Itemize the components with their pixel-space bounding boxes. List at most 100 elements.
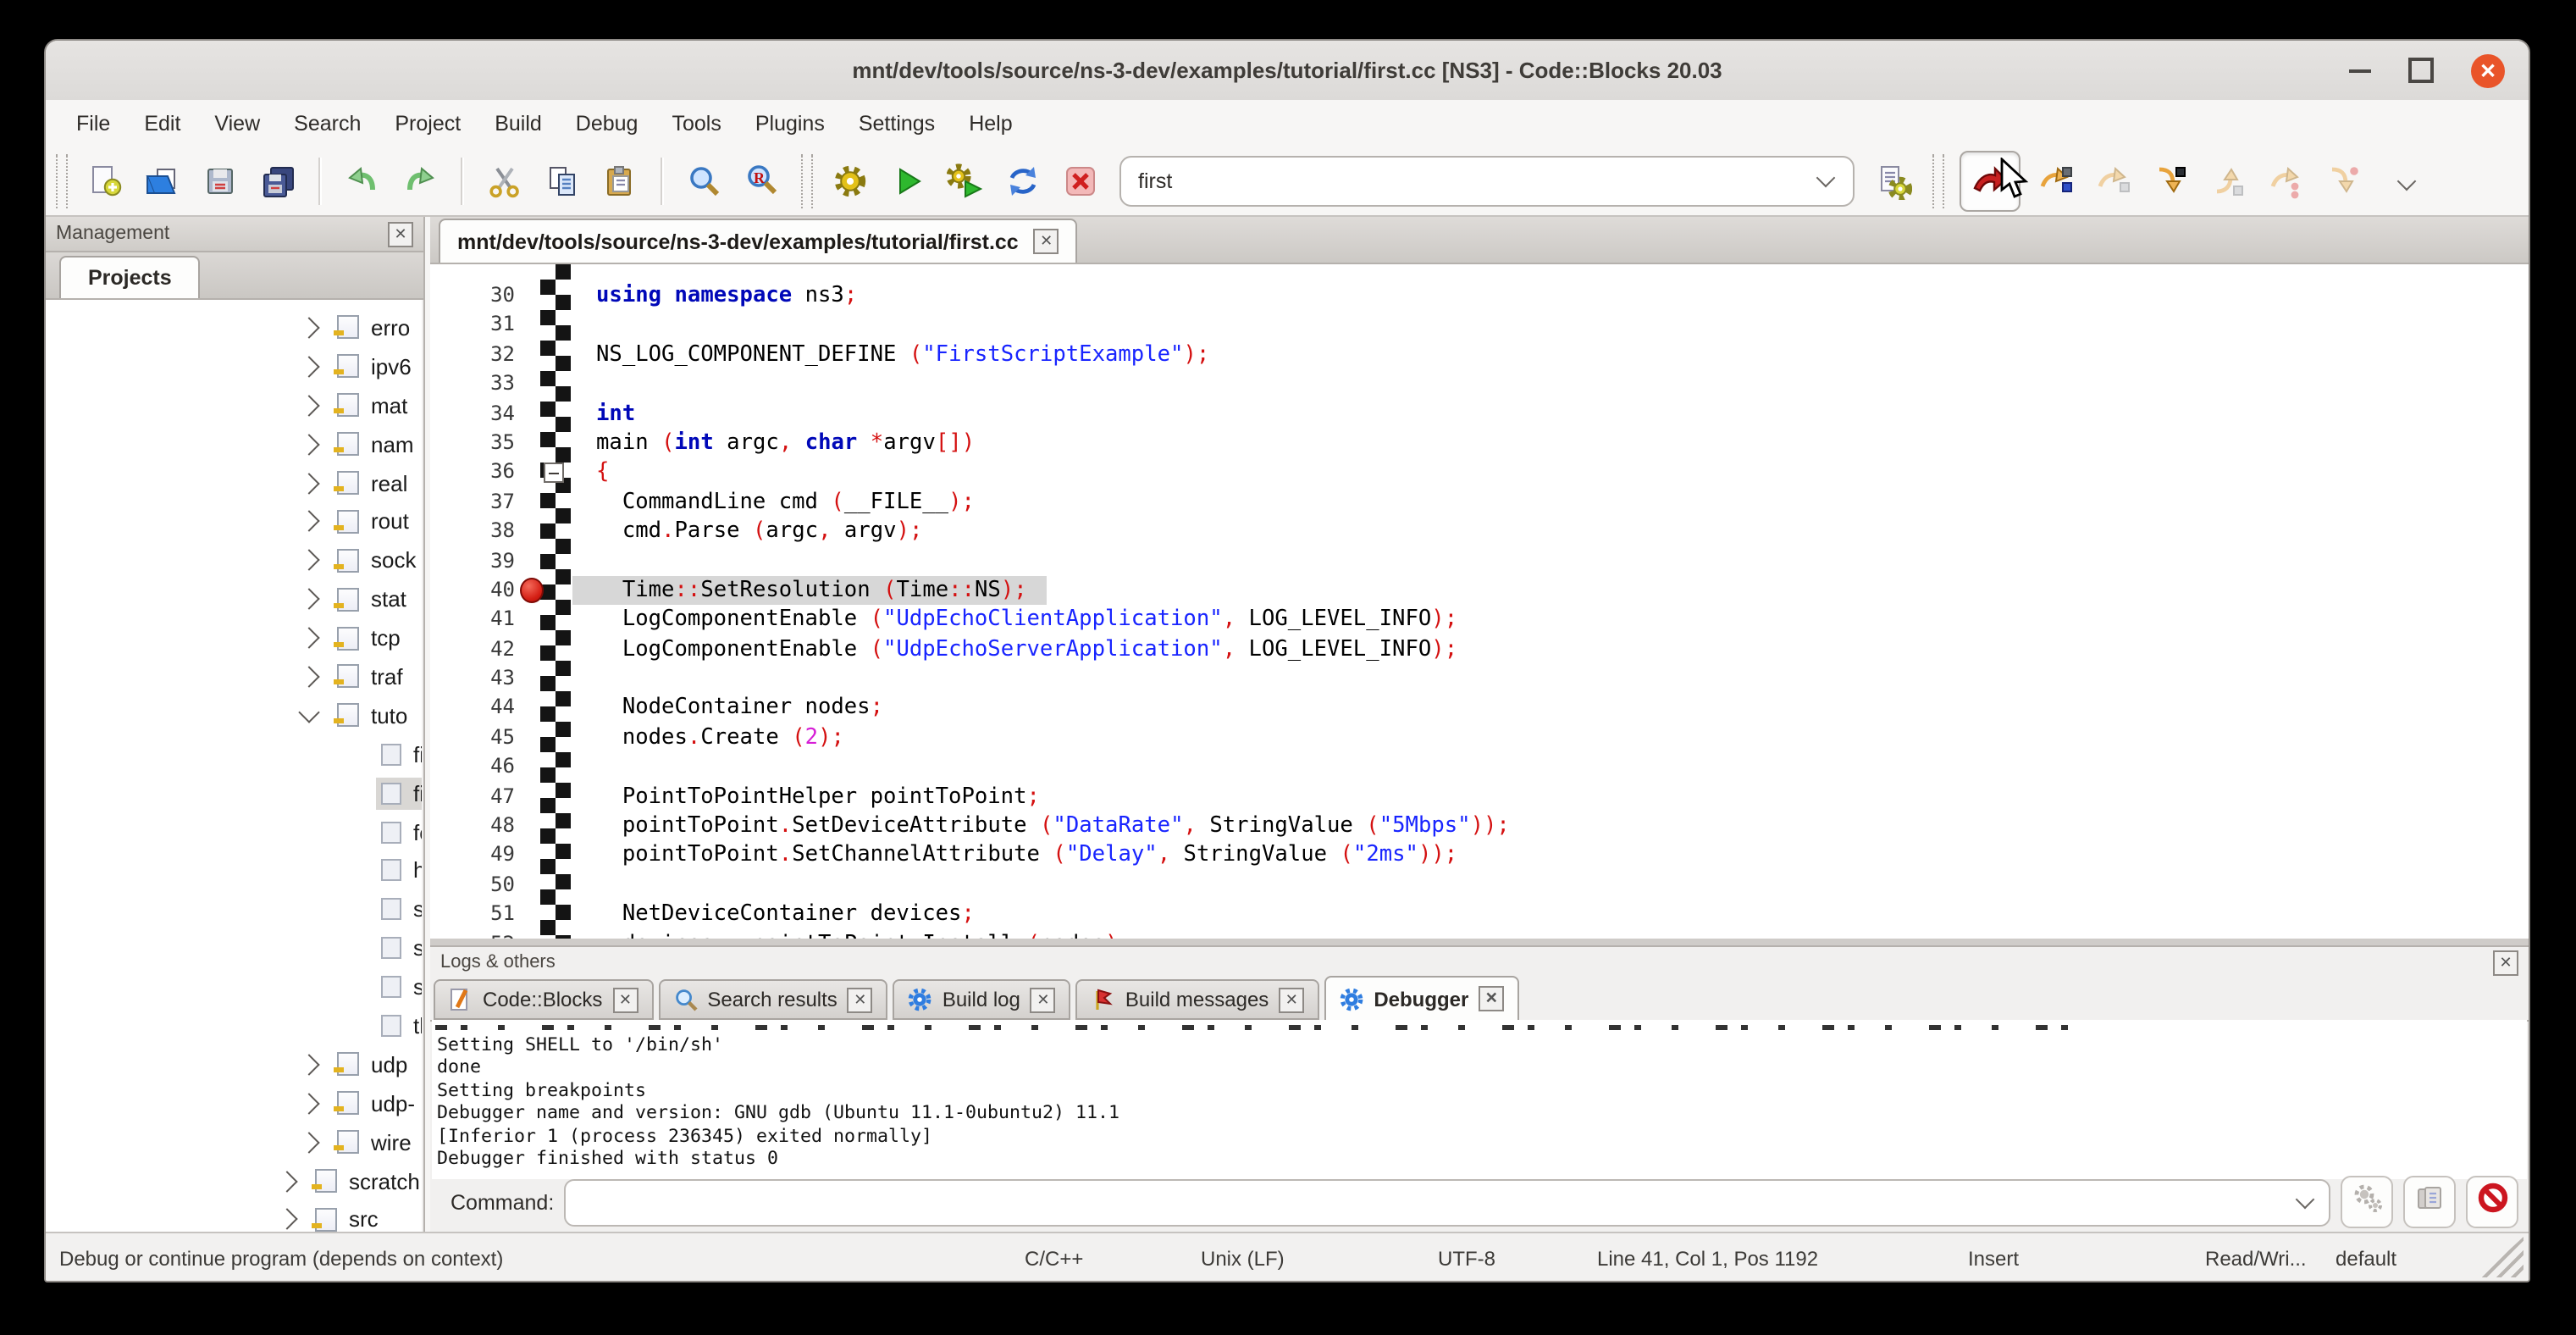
- breakpoint-icon[interactable]: [520, 579, 544, 604]
- chevron-down-icon[interactable]: [2397, 171, 2417, 191]
- undo-button[interactable]: [342, 160, 383, 201]
- code-line-30[interactable]: 30using namespace ns3;: [430, 281, 2529, 311]
- tree-item-real[interactable]: real: [46, 463, 422, 502]
- compiler-target-button[interactable]: [1873, 160, 1914, 201]
- debugger-log[interactable]: Setting SHELL to '/bin/sh'doneSetting br…: [432, 1020, 2527, 1179]
- tree-item-stat[interactable]: stat: [46, 579, 422, 618]
- tree-item-se[interactable]: se: [46, 929, 422, 968]
- line-number[interactable]: 38: [430, 517, 515, 546]
- logs-close-icon[interactable]: ✕: [2493, 950, 2518, 975]
- line-number[interactable]: 39: [430, 546, 515, 576]
- tree-item-nam[interactable]: nam: [46, 424, 422, 463]
- toolbar-grip[interactable]: [56, 153, 68, 208]
- tree-item-tuto[interactable]: tuto: [46, 696, 422, 735]
- menu-file[interactable]: File: [63, 111, 124, 135]
- management-close-icon[interactable]: ✕: [388, 221, 413, 247]
- line-number[interactable]: 31: [430, 311, 515, 341]
- maximize-icon[interactable]: [2408, 58, 2434, 83]
- log-tab-build-log[interactable]: Build log✕: [893, 979, 1071, 1020]
- tree-expander-icon[interactable]: [298, 702, 319, 723]
- line-number[interactable]: 30: [430, 281, 515, 311]
- line-number[interactable]: 48: [430, 812, 515, 841]
- run-button[interactable]: [887, 160, 928, 201]
- tree-expander-icon[interactable]: [298, 1054, 319, 1075]
- redo-button[interactable]: [400, 160, 440, 201]
- menu-search[interactable]: Search: [280, 111, 374, 135]
- code-line-47[interactable]: 47 PointToPointHelper pointToPoint;: [430, 782, 2529, 812]
- code-line-45[interactable]: 45 nodes.Create (2);: [430, 723, 2529, 753]
- close-icon[interactable]: ✕: [2471, 53, 2505, 87]
- build-button[interactable]: [830, 160, 871, 201]
- line-number[interactable]: 45: [430, 723, 515, 753]
- line-number[interactable]: 32: [430, 341, 515, 370]
- code-line-50[interactable]: 50: [430, 871, 2529, 900]
- find-button[interactable]: [684, 160, 725, 201]
- code-line-44[interactable]: 44 NodeContainer nodes;: [430, 694, 2529, 723]
- tree-expander-icon[interactable]: [298, 356, 319, 377]
- tree-item-se[interactable]: se: [46, 890, 422, 929]
- line-number[interactable]: 34: [430, 399, 515, 429]
- line-number[interactable]: 43: [430, 664, 515, 694]
- line-number[interactable]: 52: [430, 929, 515, 939]
- code-line-52[interactable]: 52 devices = pointToPoint.Install (nodes…: [430, 929, 2529, 939]
- chevron-down-icon[interactable]: [2296, 1190, 2315, 1210]
- cut-button[interactable]: [484, 160, 525, 201]
- chevron-down-icon[interactable]: [1816, 169, 1836, 188]
- tree-item-scratch[interactable]: scratch: [46, 1161, 422, 1200]
- fold-minus-icon[interactable]: [544, 463, 564, 484]
- tree-expander-icon[interactable]: [298, 666, 319, 687]
- tree-item-ipv6[interactable]: ipv6: [46, 347, 422, 386]
- tree-item-sock[interactable]: sock: [46, 541, 422, 580]
- line-number[interactable]: 47: [430, 782, 515, 812]
- command-combobox[interactable]: [564, 1178, 2330, 1226]
- tree-expander-icon[interactable]: [298, 589, 319, 610]
- code-line-46[interactable]: 46: [430, 753, 2529, 783]
- code-line-34[interactable]: 34int: [430, 399, 2529, 429]
- code-line-42[interactable]: 42 LogComponentEnable ("UdpEchoServerApp…: [430, 634, 2529, 664]
- tree-item-wire[interactable]: wire: [46, 1122, 422, 1161]
- code-line-49[interactable]: 49 pointToPoint.SetChannelAttribute ("De…: [430, 841, 2529, 871]
- code-line-43[interactable]: 43: [430, 664, 2529, 694]
- resize-grip[interactable]: [2479, 1237, 2523, 1277]
- menu-settings[interactable]: Settings: [845, 111, 948, 135]
- menu-tools[interactable]: Tools: [658, 111, 734, 135]
- tree-item-udp[interactable]: udp: [46, 1045, 422, 1084]
- tree-item-fo[interactable]: fo: [46, 812, 422, 851]
- title-bar[interactable]: mnt/dev/tools/source/ns-3-dev/examples/t…: [46, 41, 2529, 102]
- command-input[interactable]: [566, 1188, 2298, 1216]
- tree-expander-icon[interactable]: [298, 472, 319, 493]
- code-line-32[interactable]: 32NS_LOG_COMPONENT_DEFINE ("FirstScriptE…: [430, 341, 2529, 370]
- log-tab-debugger[interactable]: Debugger✕: [1324, 976, 1519, 1020]
- code-line-48[interactable]: 48 pointToPoint.SetDeviceAttribute ("Dat…: [430, 812, 2529, 841]
- code-line-40[interactable]: 40 Time::SetResolution (Time::NS);: [430, 576, 2529, 606]
- code-line-39[interactable]: 39: [430, 546, 2529, 576]
- tree-item-udp-[interactable]: udp-: [46, 1084, 422, 1123]
- code-line-37[interactable]: 37 CommandLine cmd (__FILE__);: [430, 487, 2529, 517]
- line-number[interactable]: 50: [430, 871, 515, 900]
- editor-tab[interactable]: mnt/dev/tools/source/ns-3-dev/examples/t…: [439, 219, 1078, 263]
- copy-button[interactable]: [542, 160, 583, 201]
- log-tab-close-icon[interactable]: ✕: [848, 987, 873, 1012]
- tree-expander-icon[interactable]: [298, 627, 319, 648]
- replace-button[interactable]: R: [742, 160, 782, 201]
- editor-tab-close-icon[interactable]: ✕: [1034, 229, 1059, 254]
- line-number[interactable]: 41: [430, 606, 515, 635]
- tree-item-mat[interactable]: mat: [46, 386, 422, 425]
- project-tree[interactable]: erroipv6matnamrealroutsockstattcptraftut…: [46, 300, 422, 1232]
- code-line-41[interactable]: 41 LogComponentEnable ("UdpEchoClientApp…: [430, 606, 2529, 635]
- log-tab-search-results[interactable]: Search results✕: [658, 979, 887, 1020]
- next-instruction-button[interactable]: [2266, 160, 2307, 201]
- build-target-input[interactable]: [1121, 169, 1819, 192]
- log-tab-close-icon[interactable]: ✕: [1031, 987, 1056, 1012]
- log-tab-code-blocks[interactable]: Code::Blocks✕: [434, 979, 653, 1020]
- rebuild-button[interactable]: [1003, 160, 1043, 201]
- next-line-button[interactable]: [2093, 160, 2134, 201]
- line-number[interactable]: 51: [430, 900, 515, 929]
- line-number[interactable]: 44: [430, 694, 515, 723]
- minimize-icon[interactable]: [2349, 69, 2371, 72]
- tree-expander-icon[interactable]: [298, 433, 319, 454]
- tree-item-traf[interactable]: traf: [46, 657, 422, 696]
- build-target-combobox[interactable]: [1119, 155, 1855, 206]
- code-line-33[interactable]: 33: [430, 369, 2529, 399]
- tree-item-erro[interactable]: erro: [46, 308, 422, 347]
